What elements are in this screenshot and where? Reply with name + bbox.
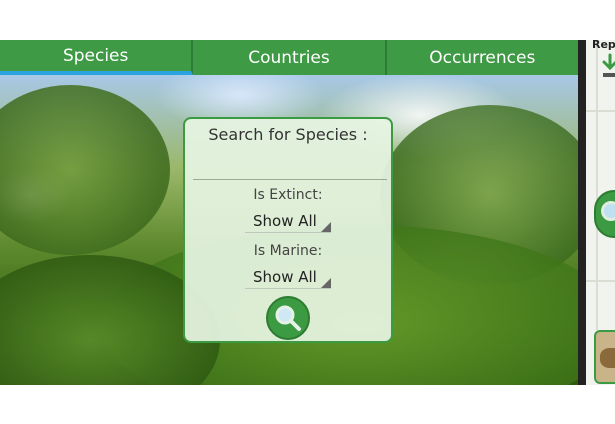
main-tab-bar: Species Countries Occurrences [0,40,578,75]
species-search-panel: Search for Species : Is Extinct: Show Al… [183,117,393,343]
marine-select[interactable]: Show All [245,267,331,289]
dropdown-arrow-icon [321,278,331,288]
tab-species[interactable]: Species [0,40,194,75]
extinct-select-value: Show All [253,212,317,230]
side-preview-panel: Repu [578,40,615,385]
extinct-label: Is Extinct: [253,187,323,203]
extinct-select[interactable]: Show All [245,211,331,233]
search-title: Search for Species : [208,125,368,144]
magnifier-icon [601,201,615,221]
gbif-logo-icon [602,53,615,77]
species-thumbnail[interactable] [594,330,615,384]
marine-select-value: Show All [253,268,317,286]
tab-countries[interactable]: Countries [193,40,387,75]
search-button[interactable] [266,296,310,340]
species-search-input[interactable] [193,153,387,180]
app-screen: Species Countries Occurrences Repu Searc… [0,40,615,385]
side-panel-title: Repu [592,40,615,51]
dropdown-arrow-icon [321,222,331,232]
tab-occurrences[interactable]: Occurrences [386,40,578,75]
marine-label: Is Marine: [253,243,323,259]
magnifier-icon [275,305,301,331]
